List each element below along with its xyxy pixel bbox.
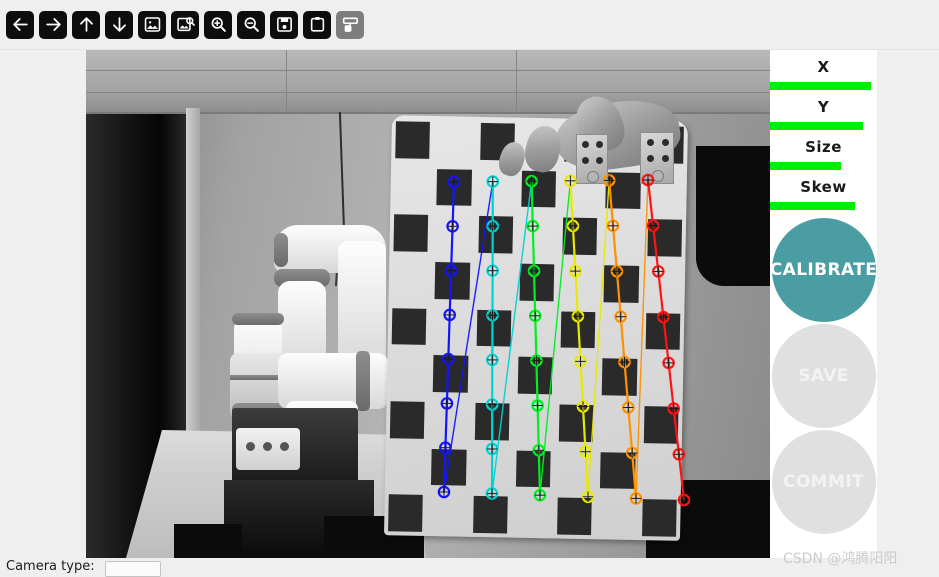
calibrate-button[interactable]: CALIBRATE [770, 218, 877, 322]
detected-corner-marker [531, 399, 544, 412]
detected-corner-marker [440, 397, 454, 410]
detected-corner-marker [602, 174, 616, 187]
detected-corner-marker [606, 219, 620, 233]
detected-corner-marker [437, 485, 451, 499]
metric-bar-fill [770, 122, 864, 130]
detected-corner-marker [672, 447, 686, 461]
detected-corner-marker [651, 265, 665, 278]
paint-icon[interactable] [336, 10, 364, 39]
metric-label-skew: Skew [800, 178, 847, 196]
detected-corner-marker [444, 264, 458, 277]
detected-corner-marker [677, 493, 691, 507]
image-icon[interactable] [138, 10, 166, 39]
back-arrow-icon[interactable] [6, 10, 34, 39]
detected-corner-marker [581, 490, 595, 504]
detected-corner-marker [485, 442, 499, 456]
save-button: SAVE [771, 324, 876, 428]
detected-corner-marker [566, 219, 580, 233]
detected-corner-marker [443, 308, 456, 322]
detected-corner-marker [621, 401, 635, 414]
detected-corner-marker [641, 173, 655, 187]
detected-corner-marker [485, 398, 499, 411]
metric-bar-fill [770, 82, 871, 90]
detected-corner-marker [486, 219, 499, 233]
detected-corner-marker [579, 445, 592, 458]
image-search-icon[interactable] [171, 10, 199, 39]
detected-corner-marker [525, 174, 538, 188]
status-bar: Camera type: [0, 558, 939, 577]
down-arrow-icon[interactable] [105, 10, 133, 39]
calibration-corner-overlay [437, 173, 691, 507]
detected-corner-marker [571, 309, 585, 323]
up-arrow-icon[interactable] [72, 10, 100, 39]
metric-bar-fill [770, 202, 855, 210]
metric-label-y: Y [817, 98, 830, 116]
detected-corner-marker [533, 488, 547, 502]
detected-corner-marker [528, 309, 542, 323]
calibration-control-panel: X Y Size Skew CALIBRATE SAVE COMMIT [770, 50, 877, 558]
detected-corner-marker [662, 356, 675, 370]
detected-corner-marker [657, 310, 670, 324]
metric-label-x: X [817, 58, 830, 76]
detected-corner-marker [625, 446, 639, 460]
detected-corner-marker [618, 355, 631, 369]
detected-corner-marker [441, 352, 455, 366]
detected-corner-marker [439, 441, 452, 454]
detected-corner-marker [667, 402, 680, 415]
detected-corner-marker [526, 219, 540, 233]
detected-corner-marker [576, 400, 590, 413]
detected-corner-marker [629, 492, 643, 505]
toolbar [0, 0, 939, 50]
detected-corner-marker [486, 175, 500, 188]
zoom-in-icon[interactable] [204, 10, 232, 39]
detected-corner-marker [569, 264, 582, 278]
detected-corner-marker [527, 264, 541, 278]
detected-corner-marker [564, 174, 577, 188]
camera-type-label: Camera type: [6, 559, 95, 574]
metric-label-size: Size [805, 138, 842, 156]
detected-corner-marker [574, 355, 587, 368]
detected-corner-marker [486, 264, 499, 277]
detected-corner-marker [447, 175, 461, 189]
detected-corner-marker [532, 443, 546, 457]
save-icon[interactable] [270, 10, 298, 39]
metric-bar-size [770, 162, 877, 170]
metric-bar-fill [770, 162, 841, 170]
clipboard-icon[interactable] [303, 10, 331, 39]
detected-corner-marker [614, 310, 627, 323]
detected-corner-marker [446, 220, 459, 233]
detected-corner-marker [530, 354, 543, 367]
forward-arrow-icon[interactable] [39, 10, 67, 39]
detected-corner-marker [485, 353, 499, 367]
detected-corner-marker [610, 265, 624, 278]
metric-bar-y [770, 122, 877, 130]
metric-bar-x [770, 82, 877, 90]
commit-button: COMMIT [771, 430, 876, 534]
camera-image-viewport[interactable] [86, 50, 770, 558]
zoom-out-icon[interactable] [237, 10, 265, 39]
detected-corner-marker [646, 219, 660, 232]
detected-corner-marker [485, 487, 499, 500]
metric-bar-skew [770, 202, 877, 210]
detected-corner-marker [486, 308, 499, 322]
